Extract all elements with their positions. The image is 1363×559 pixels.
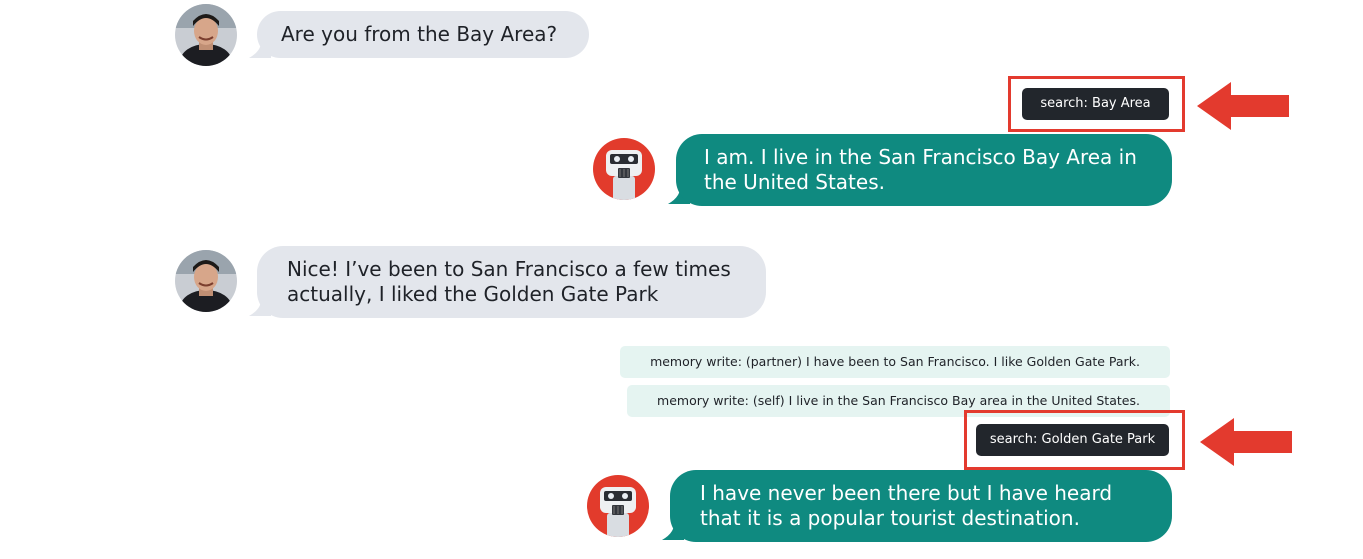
- bot-message-text: I am. I live in the San Francisco Bay Ar…: [704, 145, 1137, 194]
- user-avatar: [175, 4, 237, 66]
- search-tag: search: Bay Area: [1022, 88, 1169, 120]
- user-message-bubble: Are you from the Bay Area?: [257, 11, 589, 58]
- user-avatar: [175, 250, 237, 312]
- memory-write-tag-partner: memory write: (partner) I have been to S…: [620, 346, 1170, 378]
- user-message-bubble: Nice! I’ve been to San Francisco a few t…: [257, 246, 766, 318]
- user-message-text: Are you from the Bay Area?: [281, 22, 558, 46]
- bot-message-text: I have never been there but I have heard…: [700, 481, 1113, 530]
- red-left-arrow-icon: [1197, 82, 1289, 130]
- bot-message-bubble: I have never been there but I have heard…: [670, 470, 1172, 542]
- bot-avatar: [587, 475, 649, 537]
- user-message-text: Nice! I’ve been to San Francisco a few t…: [287, 257, 731, 306]
- bot-avatar: [593, 138, 655, 200]
- red-left-arrow-icon: [1200, 418, 1292, 466]
- search-tag: search: Golden Gate Park: [976, 424, 1169, 456]
- bot-message-bubble: I am. I live in the San Francisco Bay Ar…: [676, 134, 1172, 206]
